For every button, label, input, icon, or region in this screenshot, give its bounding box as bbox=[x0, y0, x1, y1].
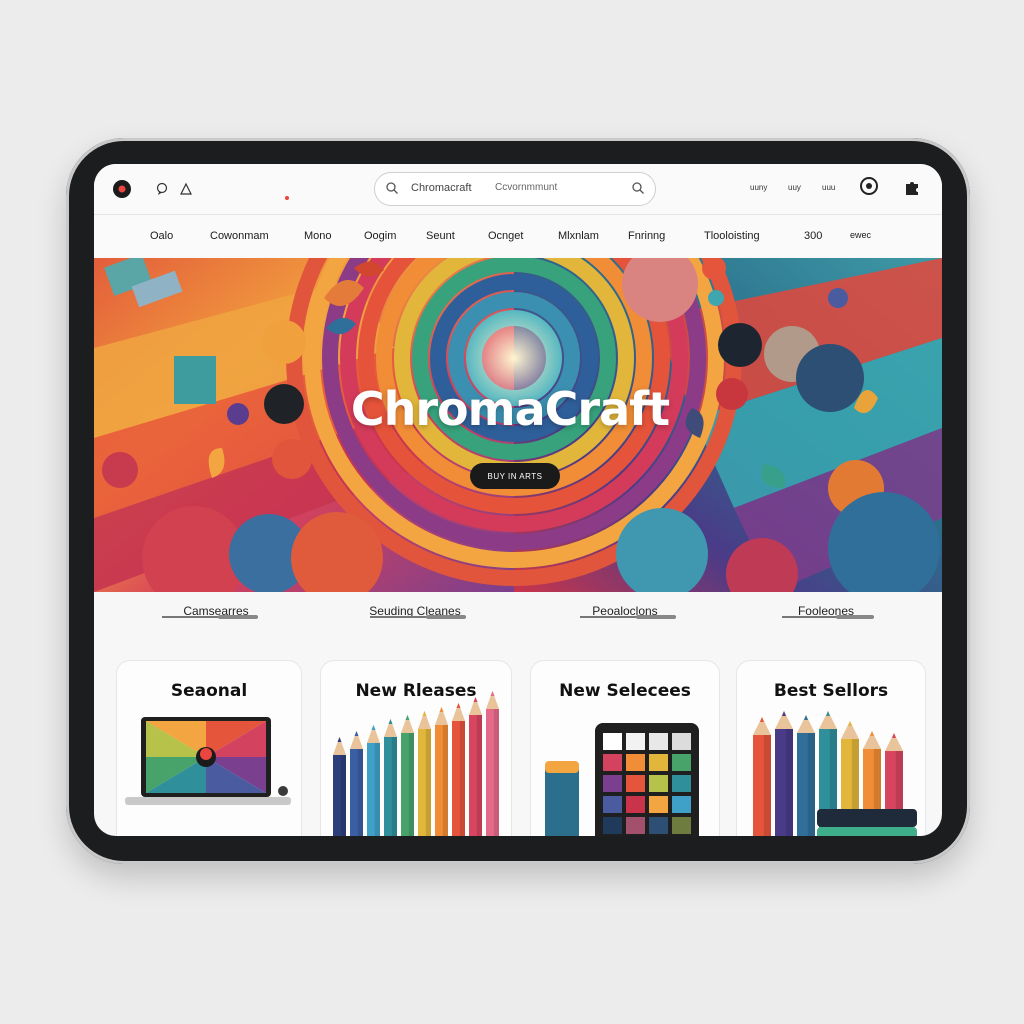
record-icon[interactable] bbox=[112, 179, 132, 199]
swatch-cell bbox=[649, 733, 668, 750]
nav-item[interactable]: Seunt bbox=[426, 230, 455, 242]
nav-item[interactable]: ewec bbox=[850, 230, 871, 240]
card-best-sellers[interactable]: Best Sellors bbox=[736, 660, 926, 836]
card-title: New Rleases bbox=[355, 681, 477, 701]
nav-item[interactable]: Ocnget bbox=[488, 230, 523, 242]
nav-item[interactable]: Mono bbox=[304, 230, 332, 242]
search-hint: Ccvornmmunt bbox=[495, 182, 558, 193]
swatch-cell bbox=[603, 775, 622, 792]
card-title: Seaonal bbox=[170, 681, 248, 701]
swatch-cell bbox=[626, 817, 645, 834]
pencil-shape bbox=[418, 711, 431, 836]
tab-underline bbox=[162, 615, 258, 619]
topbar-link-3[interactable]: uuu bbox=[822, 183, 835, 192]
pencil-shape bbox=[333, 737, 346, 836]
tab-underline bbox=[370, 615, 466, 619]
pencil-shape bbox=[435, 707, 448, 836]
swatch-cell bbox=[603, 733, 622, 750]
pencil-shape bbox=[469, 697, 482, 836]
nav-item[interactable]: 300 bbox=[804, 230, 822, 242]
notification-dot bbox=[285, 196, 289, 200]
swatch-cell bbox=[649, 754, 668, 771]
topbar-link-1[interactable]: uuny bbox=[750, 183, 767, 192]
pencil-shape bbox=[350, 731, 363, 836]
shop-now-button[interactable]: BUY IN ARTS bbox=[470, 463, 560, 489]
pencil-shape bbox=[753, 717, 771, 836]
swatch-cell bbox=[626, 775, 645, 792]
square-shape bbox=[174, 356, 216, 404]
nav-item[interactable]: Oogim bbox=[364, 230, 396, 242]
swatch-cell bbox=[626, 733, 645, 750]
hero-banner: ChromaCraft BUY IN ARTS bbox=[94, 258, 942, 592]
swatch-cell bbox=[649, 817, 668, 834]
swatch-cell bbox=[603, 796, 622, 813]
main-nav: Oalo Cowonmam Mono Oogim Seunt Ocnget Ml… bbox=[94, 215, 942, 257]
puzzle-icon[interactable] bbox=[902, 177, 922, 197]
nav-item[interactable]: Oalo bbox=[150, 230, 173, 242]
screen: Chromacraft Ccvornmmunt uuny uuy uuu Oal… bbox=[94, 164, 942, 836]
swatch-cell bbox=[672, 775, 691, 792]
card-new-releases[interactable]: New Rleases bbox=[320, 660, 512, 836]
pencil-shape bbox=[797, 715, 815, 836]
swatch-cell bbox=[603, 817, 622, 834]
tab-underline bbox=[782, 615, 874, 619]
pencil-shape bbox=[384, 719, 397, 836]
pencil-shape bbox=[452, 703, 465, 836]
search-submit-icon[interactable] bbox=[631, 181, 645, 200]
nav-item[interactable]: Tlooloisting bbox=[704, 230, 760, 242]
target-icon[interactable] bbox=[860, 177, 878, 195]
swatch-cell bbox=[672, 817, 691, 834]
search-bar[interactable]: Chromacraft Ccvornmmunt bbox=[374, 172, 656, 206]
pencil-shape bbox=[367, 725, 380, 836]
tablet-frame: Chromacraft Ccvornmmunt uuny uuy uuu Oal… bbox=[66, 138, 970, 864]
band-shape bbox=[817, 809, 917, 827]
swatch-cell bbox=[626, 754, 645, 771]
hero-title: ChromaCraft bbox=[350, 382, 670, 436]
nav-item[interactable]: Mlxnlam bbox=[558, 230, 599, 242]
card-title: Best Sellors bbox=[773, 681, 889, 701]
tab-underline bbox=[580, 615, 676, 619]
swatch-cell bbox=[672, 796, 691, 813]
swatch-cell bbox=[603, 754, 622, 771]
alert-icon[interactable] bbox=[176, 179, 196, 199]
section-tabs: Camsearres Seuding Cleanes Peoaloclons F… bbox=[94, 592, 942, 662]
swatch-cell bbox=[649, 775, 668, 792]
band-shape bbox=[817, 827, 917, 836]
swatch-cell bbox=[672, 754, 691, 771]
nav-item[interactable]: Cowonmam bbox=[210, 230, 269, 242]
search-icon bbox=[385, 181, 399, 200]
card-new-selections[interactable]: New Selecees bbox=[530, 660, 720, 836]
pencil-shape bbox=[401, 715, 414, 836]
pencil-shape bbox=[486, 691, 499, 836]
nav-item[interactable]: Fnrinng bbox=[628, 230, 665, 242]
card-seasonal[interactable]: Seaonal bbox=[116, 660, 302, 836]
search-input[interactable]: Chromacraft bbox=[411, 182, 472, 194]
swatch-cell bbox=[649, 796, 668, 813]
top-bar: Chromacraft Ccvornmmunt uuny uuy uuu bbox=[94, 164, 942, 215]
pencil-shape bbox=[775, 711, 793, 836]
swatch-cell bbox=[626, 796, 645, 813]
chat-icon[interactable] bbox=[152, 179, 172, 199]
topbar-link-2[interactable]: uuy bbox=[788, 183, 801, 192]
card-title: New Selecees bbox=[559, 681, 691, 701]
swatch-cell bbox=[672, 733, 691, 750]
